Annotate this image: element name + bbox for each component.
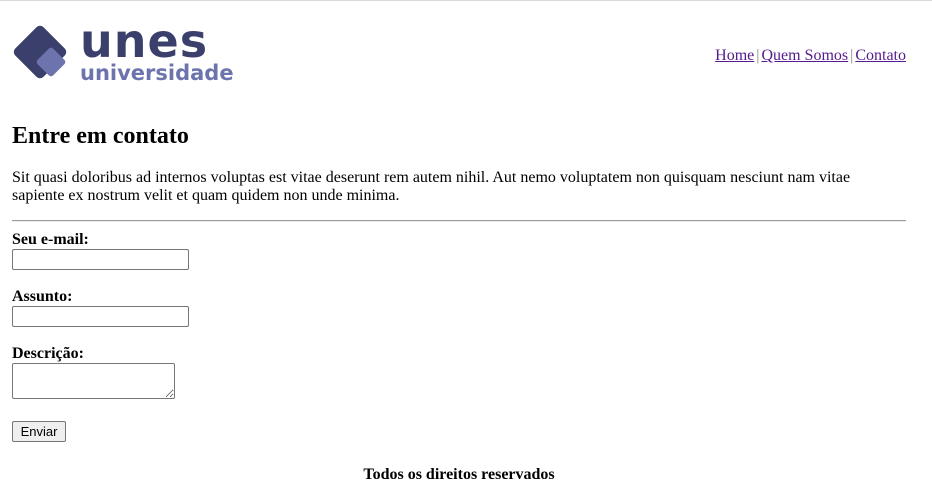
description-label: Descrição: <box>12 345 84 362</box>
submit-button[interactable]: Enviar <box>12 421 66 442</box>
logo-wordmark: unes <box>80 14 209 68</box>
window-top-border <box>0 0 932 1</box>
subject-field[interactable] <box>12 306 189 327</box>
site-footer: Todos os direitos reservados <box>363 466 555 483</box>
nav-link-quem-somos[interactable]: Quem Somos <box>761 47 848 64</box>
email-label: Seu e-mail: <box>12 231 89 248</box>
intro-paragraph: Sit quasi doloribus ad internos voluptas… <box>12 169 851 204</box>
page-title: Entre em contato <box>12 123 189 149</box>
logo-subtitle: universidade <box>80 61 234 85</box>
nav-link-contato[interactable]: Contato <box>855 47 906 64</box>
unes-logo[interactable]: unes universidade <box>12 18 234 86</box>
site-header: unes universidade Home | Quem Somos | Contat… <box>12 18 906 86</box>
main-nav: Home | Quem Somos | Contato <box>715 46 906 66</box>
subject-label: Assunto: <box>12 288 73 305</box>
description-textarea[interactable] <box>12 363 175 399</box>
email-field[interactable] <box>12 249 189 270</box>
logo-diamond-icon <box>13 25 67 79</box>
nav-link-home[interactable]: Home <box>715 47 754 64</box>
horizontal-rule <box>12 220 906 222</box>
